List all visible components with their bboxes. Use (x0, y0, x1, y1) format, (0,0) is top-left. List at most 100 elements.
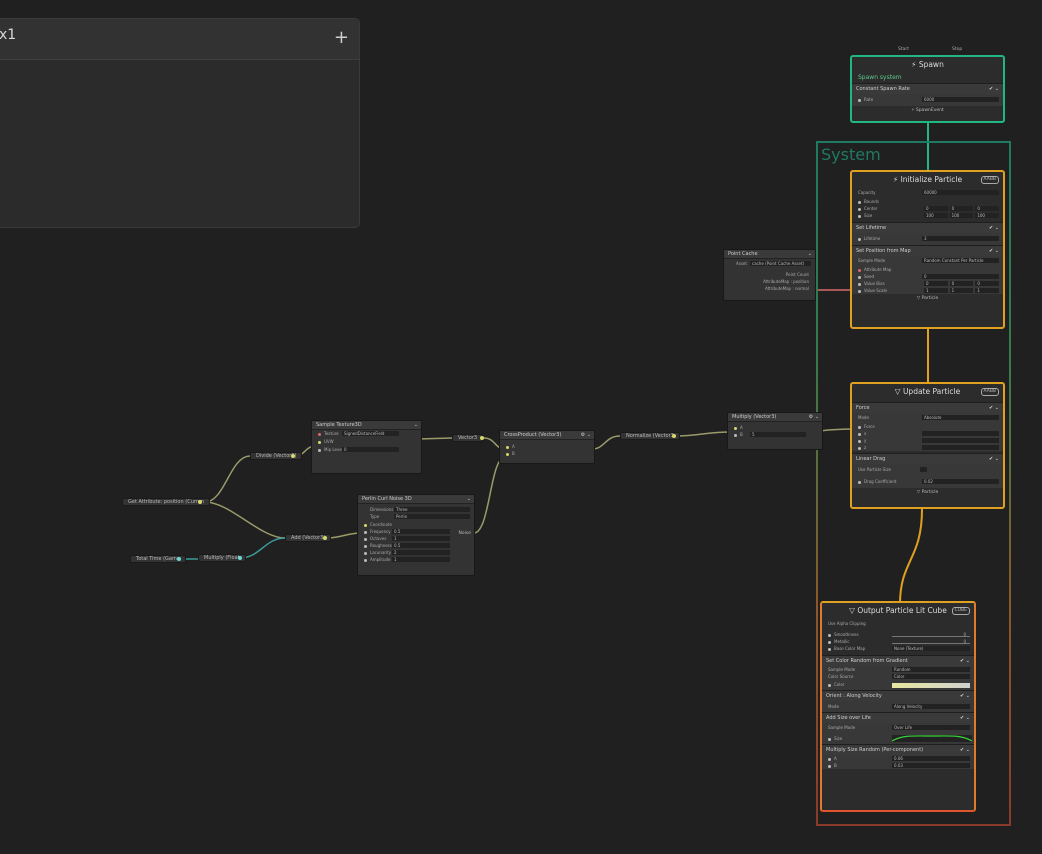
port-dot-icon[interactable] (858, 425, 861, 429)
point-cache-header[interactable]: Point Cache ⌄ (724, 250, 815, 259)
metallic-value[interactable]: 0 (963, 638, 966, 645)
orient-mode-dropdown[interactable]: Along Velocity (892, 704, 970, 709)
linear-drag-block[interactable]: Linear Drag ✔ ⌄ Use Particle Size Drag Co… (852, 453, 1003, 488)
center-y-field[interactable]: 0 (949, 206, 974, 211)
port-dot-icon[interactable] (364, 544, 367, 548)
smoothness-slider[interactable] (892, 632, 970, 637)
port-dot-icon[interactable] (858, 268, 861, 272)
initialize-out-flow[interactable]: ▽ Particle (852, 294, 1003, 304)
block-enable-checkbox[interactable]: ✔ ⌄ (960, 656, 970, 666)
color-source-dropdown[interactable]: Color (892, 674, 970, 679)
gear-icon[interactable]: ⚙ ⌄ (809, 413, 819, 422)
size-a-field[interactable]: 0.06 (892, 756, 970, 761)
port-dot-icon[interactable] (858, 432, 861, 436)
seed-field[interactable]: 0 (922, 274, 999, 279)
drag-coef-field[interactable]: 0.02 (922, 479, 999, 484)
output-title-bar[interactable]: ▽ Output Particle Lit Cube CUBE (822, 603, 974, 619)
vfx-graph-canvas[interactable]: x1 + System Start Stop ⚡ Spawn Spawn sys… (0, 0, 1042, 854)
port-dot-icon[interactable] (238, 556, 242, 560)
normalize-vector3-pill[interactable]: Normalize (Vector3 (620, 432, 680, 440)
chevron-down-icon[interactable]: ⌄ (808, 250, 812, 259)
scale-x-field[interactable]: 1 (924, 288, 948, 293)
port-dot-icon[interactable] (177, 557, 181, 561)
bias-x-field[interactable]: 0 (924, 281, 948, 286)
port-dot-icon[interactable] (858, 480, 861, 484)
multiply-b-field[interactable]: 5 (750, 432, 806, 437)
frequency-field[interactable]: 0.5 (392, 529, 450, 534)
port-dot-icon[interactable] (858, 207, 861, 211)
port-dot-icon[interactable] (858, 98, 861, 102)
texture-field[interactable]: SignedDistanceField (342, 431, 399, 436)
system-frame-title[interactable]: System (821, 145, 881, 164)
port-dot-icon[interactable] (364, 558, 367, 562)
port-dot-icon[interactable] (323, 536, 327, 540)
use-particle-size-checkbox[interactable] (920, 467, 927, 472)
update-title-bar[interactable]: ▽ Update Particle AABB (852, 384, 1003, 400)
vector3-pill[interactable]: Vector3 (452, 434, 484, 442)
bias-z-field[interactable]: 0 (975, 281, 1000, 286)
lacunarity-field[interactable]: 2 (392, 550, 450, 555)
force-block[interactable]: Force ✔ ⌄ Mode Absolute Force x y z (852, 402, 1003, 451)
port-dot-icon[interactable] (828, 633, 831, 637)
port-dot-icon[interactable] (506, 445, 509, 449)
noise-output-label[interactable]: Noise (459, 531, 471, 536)
port-dot-icon[interactable] (828, 683, 831, 687)
force-x-field[interactable] (922, 431, 999, 436)
port-dot-icon[interactable] (828, 757, 831, 761)
initialize-context[interactable]: ⚡ Initialize Particle AABB Capacity 60000 … (850, 170, 1005, 329)
port-dot-icon[interactable] (318, 440, 321, 444)
spawn-context[interactable]: ⚡ Spawn Spawn system Constant Spawn Rate… (850, 55, 1005, 123)
set-position-from-map-block[interactable]: Set Position from Map ✔ ⌄ Sample Mode Rand… (852, 245, 1003, 294)
block-enable-checkbox[interactable]: ✔ ⌄ (989, 403, 999, 413)
block-enable-checkbox[interactable]: ✔ ⌄ (989, 84, 999, 94)
get-attribute-position-pill[interactable]: Get Attribute: position (Curren (122, 498, 211, 506)
crossproduct-header[interactable]: CrossProduct (Vector3) ⚙ ⌄ (500, 431, 594, 440)
port-dot-icon[interactable] (734, 426, 737, 430)
scale-y-field[interactable]: 1 (949, 288, 974, 293)
sample-texture-header[interactable]: Sample Texture3D ⌄ (312, 421, 421, 430)
port-dot-icon[interactable] (480, 436, 484, 440)
port-dot-icon[interactable] (858, 446, 861, 450)
size-sample-mode-dropdown[interactable]: Over Life (892, 725, 970, 730)
port-dot-icon[interactable] (858, 214, 861, 218)
size-z-field[interactable]: 100 (975, 213, 1000, 218)
block-enable-checkbox[interactable]: ✔ ⌄ (960, 691, 970, 701)
force-z-field[interactable] (922, 445, 999, 450)
type-dropdown[interactable]: Perlin (394, 514, 470, 519)
port-dot-icon[interactable] (291, 454, 295, 458)
multiply-vector3-node[interactable]: Multiply (Vector3) ⚙ ⌄ A B 5 (727, 412, 823, 450)
point-cache-node[interactable]: Point Cache ⌄ Asset cache (Point Cache Ass… (723, 249, 816, 301)
bias-y-field[interactable]: 0 (949, 281, 974, 286)
block-enable-checkbox[interactable]: ✔ ⌄ (989, 223, 999, 233)
size-y-field[interactable]: 100 (949, 213, 974, 218)
set-lifetime-block[interactable]: Set Lifetime ✔ ⌄ Lifetime 3 (852, 222, 1003, 245)
perlin-curl-noise-node[interactable]: Perlin Curl Noise 3D ⌄ Dimensions Three Ty… (357, 494, 475, 576)
capacity-field[interactable]: 60000 (922, 190, 999, 195)
size-fields[interactable]: 100 100 100 (922, 213, 1000, 218)
port-dot-icon[interactable] (506, 452, 509, 456)
metallic-slider[interactable] (892, 639, 970, 644)
mip-level-field[interactable]: 0 (342, 447, 399, 452)
port-dot-icon[interactable] (364, 523, 367, 527)
crossproduct-node[interactable]: CrossProduct (Vector3) ⚙ ⌄ A B (499, 430, 595, 464)
port-dot-icon[interactable] (858, 200, 861, 204)
port-dot-icon[interactable] (364, 551, 367, 555)
port-dot-icon[interactable] (318, 432, 321, 436)
center-fields[interactable]: 000 (922, 206, 1000, 211)
center-z-field[interactable]: 0 (975, 206, 1000, 211)
block-enable-checkbox[interactable]: ✔ ⌄ (989, 246, 999, 256)
base-color-map-field[interactable]: None (Texture) (892, 646, 970, 651)
curl-noise-header[interactable]: Perlin Curl Noise 3D ⌄ (358, 495, 474, 504)
amplitude-field[interactable]: 1 (392, 557, 450, 562)
color-gradient-field[interactable] (892, 683, 970, 688)
dimensions-dropdown[interactable]: Three (394, 507, 470, 512)
octaves-field[interactable]: 1 (392, 536, 450, 541)
size-curve-field[interactable] (892, 735, 972, 742)
port-dot-icon[interactable] (858, 289, 861, 293)
value-scale-fields[interactable]: 111 (922, 288, 1000, 293)
spawn-out-flow[interactable]: ⚡ SpawnEvent (852, 106, 1003, 116)
port-dot-icon[interactable] (828, 640, 831, 644)
gear-icon[interactable]: ⚙ ⌄ (581, 431, 591, 440)
port-dot-icon[interactable] (858, 439, 861, 443)
add-size-over-life-block[interactable]: Add Size over Life ✔ ⌄ Sample Mode Over Li… (822, 712, 974, 744)
